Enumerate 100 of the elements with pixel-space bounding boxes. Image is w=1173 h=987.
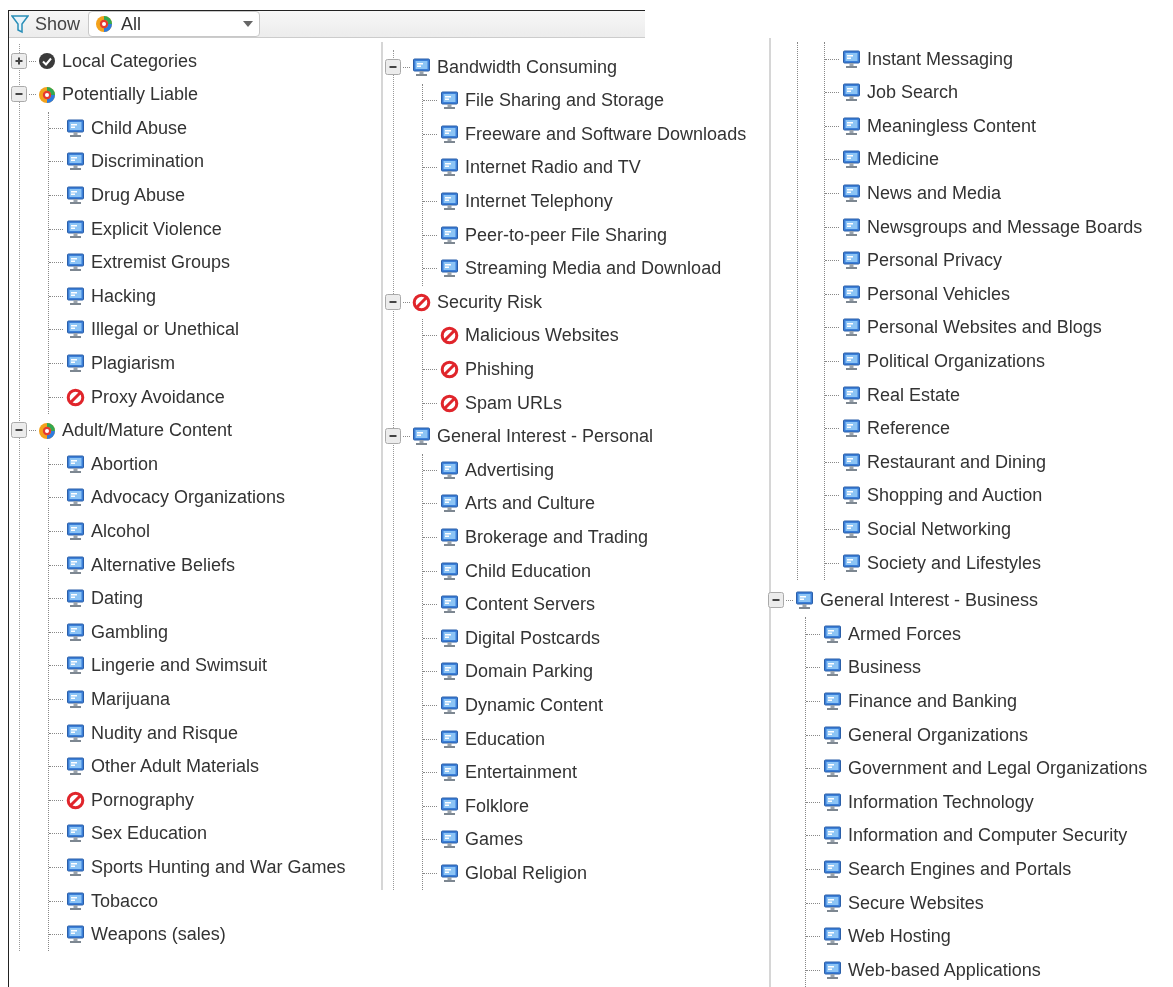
category-item[interactable]: Information and Computer Security: [848, 825, 1128, 847]
category-item[interactable]: Advocacy Organizations: [91, 487, 286, 509]
category-item[interactable]: Lingerie and Swimsuit: [91, 655, 268, 677]
blocked-icon: [66, 387, 85, 407]
category-item[interactable]: Reference: [867, 418, 951, 440]
category-item[interactable]: Web-based Applications: [848, 959, 1041, 981]
category-item[interactable]: Job Search: [867, 82, 959, 104]
category-item[interactable]: Games: [465, 829, 524, 851]
category-item[interactable]: Peer-to-peer File Sharing: [465, 224, 668, 246]
collapse-button[interactable]: [11, 86, 28, 104]
monitor-icon: [440, 628, 459, 648]
category-item[interactable]: Personal Websites and Blogs: [867, 317, 1102, 339]
category-item[interactable]: Social Networking: [867, 519, 1012, 540]
category-item[interactable]: Proxy Avoidance: [91, 386, 225, 408]
category-item[interactable]: Entertainment: [465, 762, 578, 784]
category-item[interactable]: Malicious Websites: [465, 325, 619, 347]
category-item[interactable]: Advertising: [465, 459, 555, 481]
category-item[interactable]: Explicit Violence: [91, 218, 222, 240]
category-item[interactable]: Child Education: [465, 560, 592, 582]
category-group[interactable]: Bandwidth Consuming: [437, 56, 618, 78]
category-item[interactable]: Illegal or Unethical: [91, 319, 240, 341]
category-item[interactable]: Sports Hunting and War Games: [91, 856, 346, 878]
category-item[interactable]: Information Technology: [848, 791, 1034, 813]
monitor-icon: [842, 217, 861, 237]
category-item[interactable]: News and Media: [867, 183, 1002, 205]
category-item[interactable]: Sex Education: [91, 823, 208, 845]
category-item[interactable]: Restaurant and Dining: [867, 451, 1047, 473]
category-item[interactable]: Discrimination: [91, 151, 205, 173]
category-group[interactable]: Security Risk: [437, 291, 543, 313]
category-item[interactable]: Secure Websites: [848, 892, 984, 914]
category-item[interactable]: Personal Vehicles: [867, 283, 1011, 305]
collapse-button[interactable]: [11, 422, 28, 440]
category-item[interactable]: Real Estate: [867, 384, 961, 406]
category-item[interactable]: Streaming Media and Download: [465, 258, 722, 280]
category-item[interactable]: Meaningless Content: [867, 115, 1037, 137]
collapse-button[interactable]: [385, 58, 402, 76]
category-item[interactable]: Dating: [91, 588, 144, 610]
collapse-button[interactable]: [385, 428, 402, 446]
category-item[interactable]: Domain Parking: [465, 661, 594, 683]
monitor-icon: [823, 691, 842, 711]
category-item[interactable]: File Sharing and Storage: [465, 90, 665, 112]
monitor-icon: [823, 826, 842, 846]
collapse-button[interactable]: [768, 592, 785, 610]
category-item[interactable]: Global Religion: [465, 862, 588, 884]
category-item[interactable]: Extremist Groups: [91, 252, 231, 274]
category-item[interactable]: Spam URLs: [465, 392, 563, 414]
category-item[interactable]: Alternative Beliefs: [91, 554, 236, 576]
category-item[interactable]: Child Abuse: [91, 117, 188, 139]
category-item[interactable]: Other Adult Materials: [91, 756, 260, 778]
monitor-icon: [66, 589, 85, 609]
category-item[interactable]: Shopping and Auction: [867, 485, 1043, 507]
category-item[interactable]: Web Hosting: [848, 926, 951, 948]
category-item[interactable]: Internet Radio and TV: [465, 157, 641, 179]
category-item[interactable]: Alcohol: [91, 521, 151, 542]
category-item[interactable]: Digital Postcards: [465, 627, 601, 649]
category-item[interactable]: Finance and Banking: [848, 690, 1018, 712]
category-item[interactable]: Personal Privacy: [867, 250, 1003, 272]
monitor-icon: [842, 553, 861, 573]
monitor-icon: [440, 528, 459, 547]
category-item[interactable]: Tobacco: [91, 890, 159, 912]
category-item[interactable]: Brokerage and Trading: [465, 527, 649, 548]
category-group[interactable]: Local Categories: [62, 50, 198, 72]
category-item[interactable]: Society and Lifestyles: [867, 552, 1042, 574]
category-item[interactable]: Pornography: [91, 789, 195, 811]
category-item[interactable]: Instant Messaging: [867, 48, 1014, 70]
category-item[interactable]: Gambling: [91, 621, 169, 643]
category-item[interactable]: Plagiarism: [91, 353, 176, 374]
category-item[interactable]: Hacking: [91, 285, 157, 307]
category-item[interactable]: Dynamic Content: [465, 694, 604, 716]
category-item[interactable]: Nudity and Risque: [91, 722, 239, 744]
category-item[interactable]: Abortion: [91, 453, 159, 475]
category-item[interactable]: Newsgroups and Message Boards: [867, 216, 1143, 238]
monitor-icon: [842, 83, 861, 103]
category-item[interactable]: Business: [848, 657, 922, 679]
category-item[interactable]: Phishing: [465, 359, 535, 380]
category-item[interactable]: Education: [465, 728, 546, 750]
category-item[interactable]: Political Organizations: [867, 351, 1046, 372]
category-item[interactable]: Armed Forces: [848, 623, 962, 645]
category-item[interactable]: Folklore: [465, 795, 530, 817]
category-group[interactable]: General Interest - Personal: [437, 426, 654, 448]
monitor-icon: [842, 520, 861, 539]
category-item[interactable]: Search Engines and Portals: [848, 858, 1072, 880]
monitor-icon: [823, 624, 842, 644]
category-group[interactable]: Potentially Liable: [62, 84, 199, 106]
category-item[interactable]: General Organizations: [848, 724, 1029, 746]
category-item[interactable]: Arts and Culture: [465, 493, 596, 515]
category-group[interactable]: Adult/Mature Content: [62, 420, 233, 442]
category-item[interactable]: Drug Abuse: [91, 185, 186, 207]
show-dropdown[interactable]: All: [88, 11, 261, 38]
category-group[interactable]: General Interest - Business: [820, 590, 1039, 612]
expand-button[interactable]: [11, 52, 28, 70]
category-item[interactable]: Government and Legal Organizations: [848, 758, 1148, 780]
category-item[interactable]: Freeware and Software Downloads: [465, 123, 747, 145]
category-item[interactable]: Marijuana: [91, 688, 171, 710]
category-item[interactable]: Weapons (sales): [91, 924, 226, 946]
monitor-icon: [66, 253, 85, 273]
category-item[interactable]: Medicine: [867, 149, 940, 171]
category-item[interactable]: Internet Telephony: [465, 191, 613, 213]
category-item[interactable]: Content Servers: [465, 594, 596, 616]
collapse-button[interactable]: [385, 293, 402, 311]
